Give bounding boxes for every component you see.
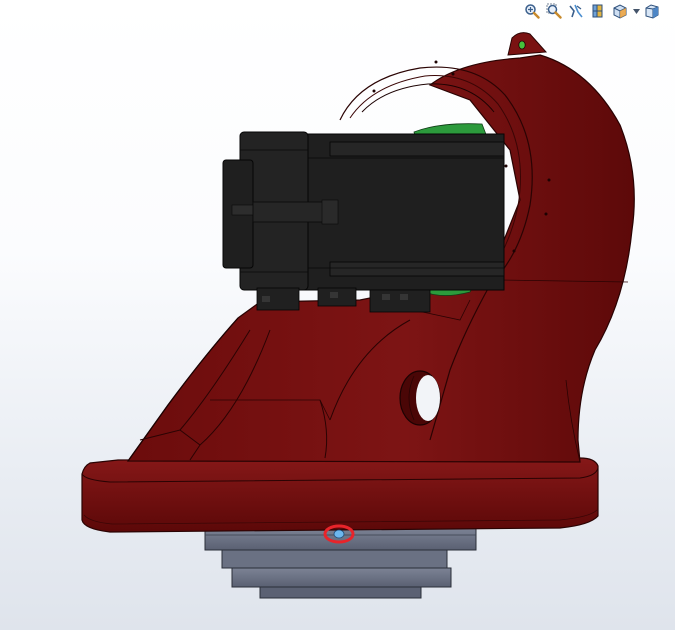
servo-motor[interactable] — [222, 131, 505, 313]
graphics-area[interactable] — [0, 0, 675, 630]
model-view[interactable] — [0, 0, 675, 630]
bottom-flange[interactable] — [204, 527, 477, 599]
base-plate[interactable] — [81, 457, 599, 533]
